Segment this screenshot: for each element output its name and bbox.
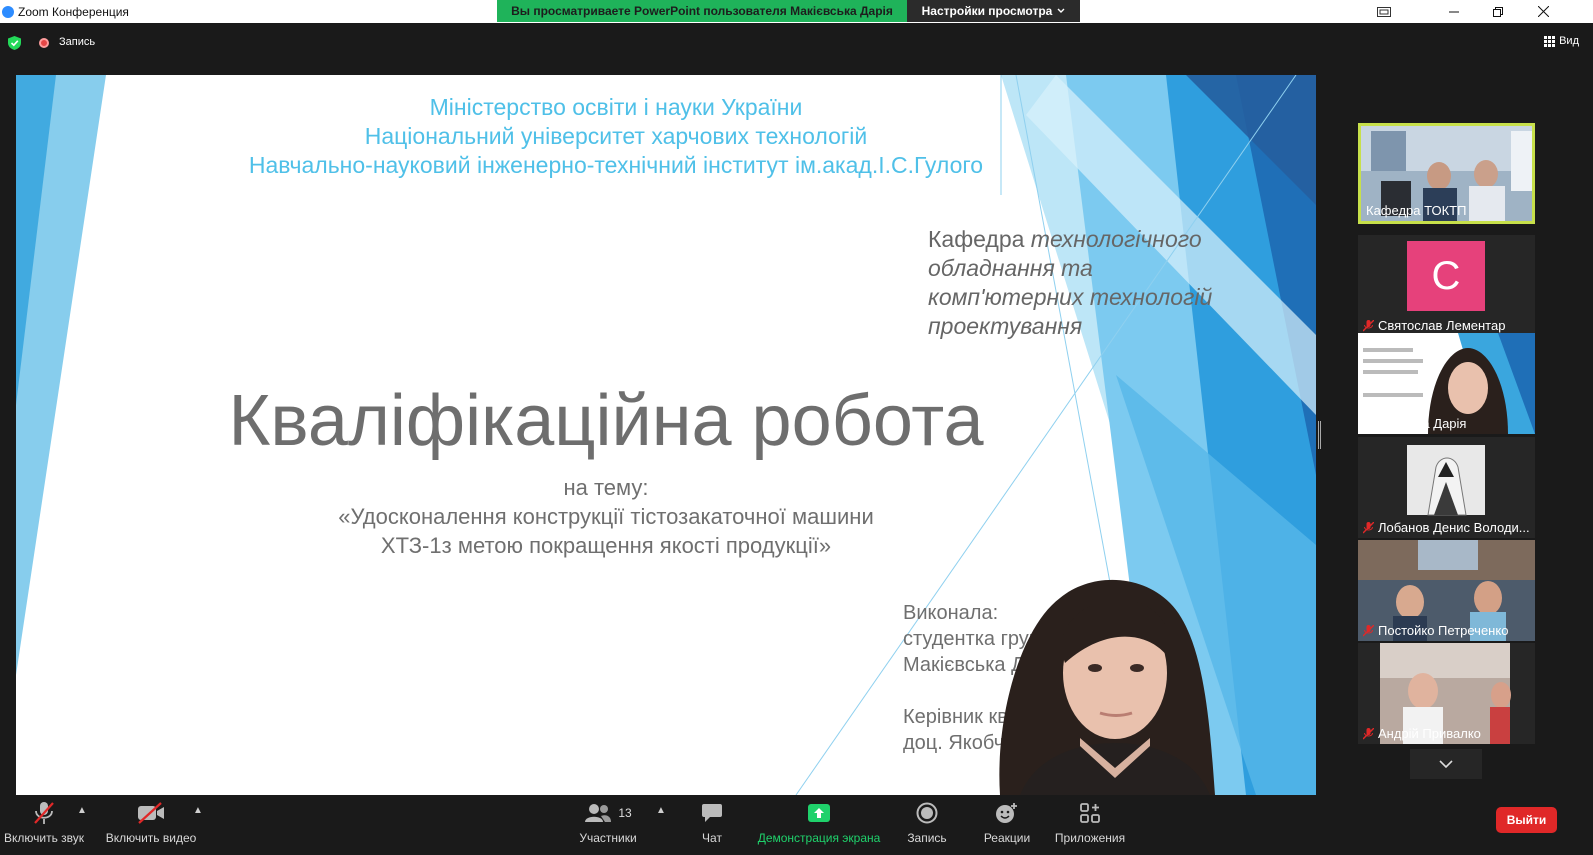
ministry-line: Міністерство освіти і науки України [429,94,803,120]
recording-icon [39,38,49,48]
participants-count: 13 [618,806,632,820]
panel-resize-handle[interactable] [1318,421,1321,449]
chevron-down-icon [1439,760,1453,768]
department-line: комп'ютерних технологій [928,284,1213,310]
grid-view-icon [1544,35,1556,47]
participant-name-row: Святослав Лементар [1363,318,1505,333]
participant-name: Кафедра ТОКТП [1366,203,1467,218]
participants-label: Участники [579,831,637,845]
participant-thumbnail[interactable]: Андрій Привалко [1358,643,1535,744]
snap-layout-button[interactable] [1361,0,1407,23]
department-block: Кафедра технологічного обладнання та ком… [928,225,1212,341]
view-label: Вид [1559,35,1579,47]
mic-muted-icon [1363,624,1374,636]
participant-name: Постойко Петреченко [1378,623,1509,638]
topic-line: «Удосконалення конструкції тістозакаточн… [338,504,874,529]
encryption-shield-icon[interactable] [8,36,21,50]
snap-layout-icon [1377,6,1391,17]
mic-muted-icon [1363,727,1374,739]
zoom-logo-icon [2,5,14,18]
reactions-icon [996,803,1017,823]
close-button[interactable] [1520,0,1566,23]
view-options-label: Настройки просмотра [921,4,1053,18]
participant-name-row: Лобанов Денис Володи... [1363,520,1530,535]
leave-button[interactable]: Выйти [1496,807,1557,833]
presenter-person-image [999,579,1215,795]
chat-label: Чат [702,831,722,845]
audio-options-caret-icon[interactable]: ▲ [77,805,87,816]
participant-thumbnail[interactable]: Кафедра ТОКТП [1358,123,1535,224]
share-screen-icon [808,804,830,822]
minimize-icon [1449,11,1459,12]
participant-name-row: Постойко Петреченко [1363,623,1508,638]
participant-avatar: C [1407,241,1485,311]
start-video-label: Включить видео [105,831,197,845]
participant-thumbnail[interactable]: Лобанов Денис Володи... [1358,437,1535,538]
apps-icon [1080,803,1100,823]
apps-label: Приложения [1054,831,1126,845]
participant-name: Святослав Лементар [1378,318,1506,333]
maximize-button[interactable] [1475,0,1521,23]
minimize-button[interactable] [1431,0,1477,23]
department-line: обладнання та [928,255,1093,281]
record-label: Запись [907,831,947,845]
department-line: технологічного [1030,226,1202,252]
apps-button[interactable]: Приложения [1052,795,1128,855]
participants-button[interactable]: 13 Участники [575,795,641,855]
participants-icon [585,804,612,822]
presenter-video[interactable] [940,568,1245,795]
participant-name: Андрій Привалко [1378,726,1481,741]
topic-line: ХТЗ-1з метою покращення якості продукції… [380,533,832,558]
unmute-label: Включить звук [3,831,85,845]
reactions-button[interactable]: Реакции [979,795,1035,855]
ministry-heading: Міністерство освіти і науки України Наці… [216,93,1016,180]
mic-off-icon [34,802,54,824]
slide-title: Кваліфікаційна робота [228,381,984,461]
video-off-icon [138,802,164,824]
topic-line: на тему: [563,475,649,500]
participant-thumbnail[interactable]: C Святослав Лементар [1358,235,1535,336]
unmute-button[interactable]: Включить звук [0,795,88,855]
participant-name: Лобанов Денис Володи... [1378,520,1530,535]
view-options-button[interactable]: Настройки просмотра [907,0,1080,22]
chevron-down-icon [1057,8,1065,13]
department-line: проектування [928,313,1083,339]
record-icon [916,802,938,824]
share-screen-label: Демонстрация экрана [757,831,881,845]
recording-label: Запись [59,36,96,48]
participant-thumbnail[interactable]: Постойко Петреченко [1358,540,1535,641]
institute-line: Навчально-науковий інженерно-технічний і… [248,152,984,178]
window-title: Zoom Конференция [18,4,129,19]
record-button[interactable]: Запись [902,795,952,855]
meeting-area: Запись Вид Міністерство освіти і науки У… [0,23,1593,805]
scroll-participants-button[interactable] [1410,749,1482,779]
chat-button[interactable]: Чат [690,795,734,855]
mic-muted-icon [1363,319,1374,331]
university-line: Національний університет харчових технол… [364,123,868,149]
department-prefix: Кафедра [928,226,1025,252]
chat-icon [702,804,722,822]
participant-thumbnail[interactable]: Макієвська Дарія [1358,333,1535,434]
share-screen-button[interactable]: Демонстрация экрана [756,795,882,855]
close-icon [1537,6,1549,17]
participant-name: Макієвська Дарія [1363,416,1467,431]
meeting-toolbar: Включить звук ▲ Включить видео ▲ 13 Учас… [0,795,1593,855]
topic-block: на тему: «Удосконалення конструкції тіст… [216,473,996,560]
reactions-label: Реакции [983,831,1031,845]
start-video-button[interactable]: Включить видео [104,795,198,855]
mic-muted-icon [1363,521,1374,533]
participants-options-caret-icon[interactable]: ▲ [656,805,666,816]
maximize-icon [1493,6,1503,17]
video-options-caret-icon[interactable]: ▲ [193,805,203,816]
participant-name-row: Андрій Привалко [1363,726,1481,741]
share-banner: Вы просматриваете PowerPoint пользовател… [497,0,907,22]
view-button[interactable]: Вид [1544,35,1579,47]
